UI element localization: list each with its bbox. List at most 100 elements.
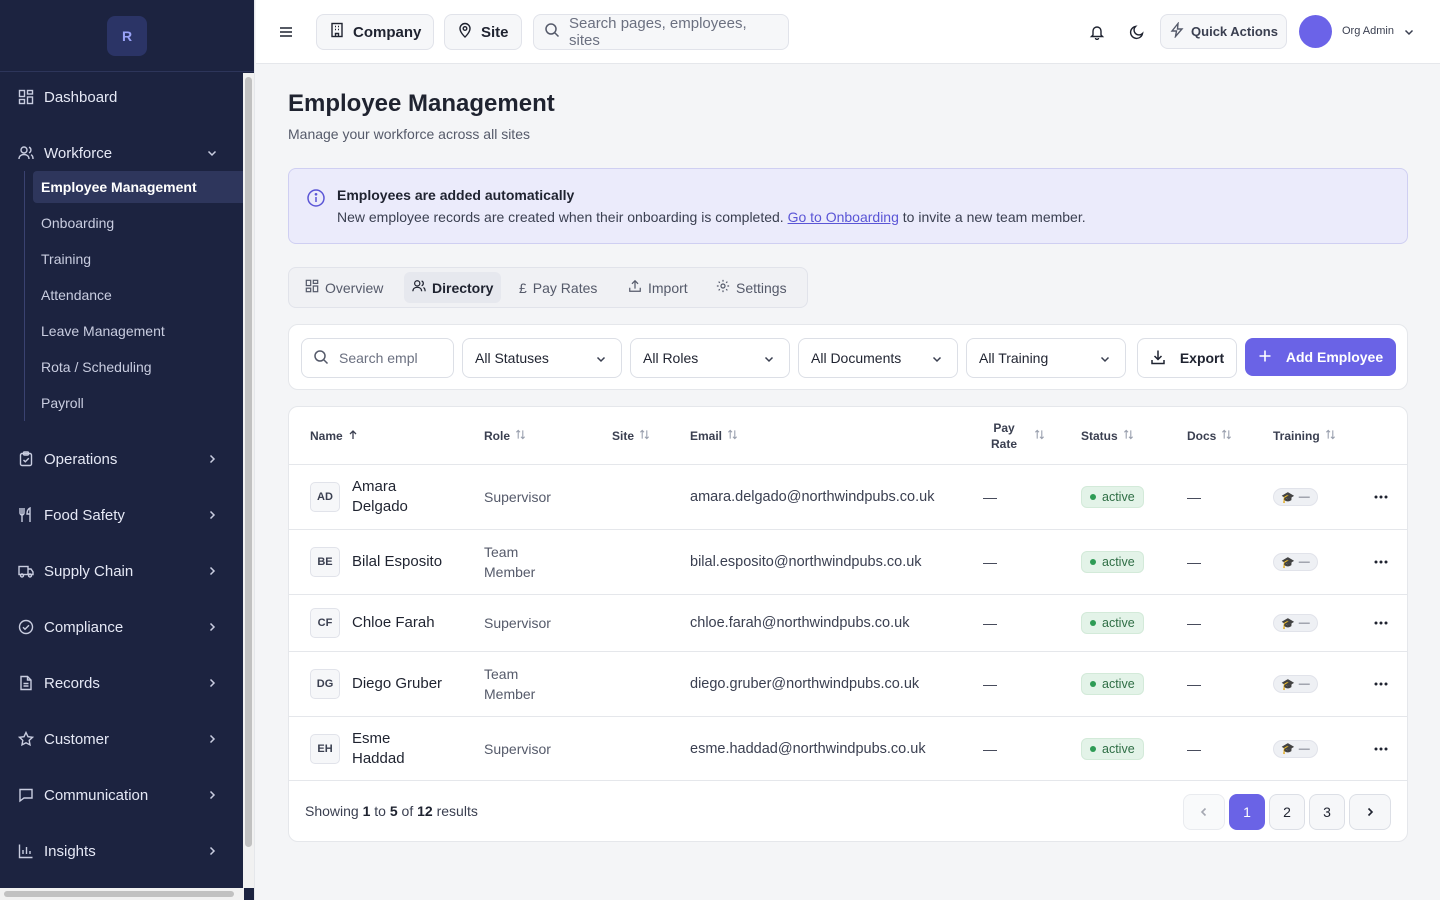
sidebar-group-food-safety[interactable]: Food Safety xyxy=(0,495,244,535)
avatar-initials: BE xyxy=(310,547,340,577)
tab-pay-rates[interactable]: £ Pay Rates xyxy=(511,272,605,303)
header-label: Site xyxy=(612,428,635,443)
status-cell: active xyxy=(1081,530,1144,594)
role-cell: Team Member xyxy=(484,530,535,594)
sidebar-item-leave-management[interactable]: Leave Management xyxy=(33,315,244,347)
employee-name[interactable]: Bilal Esposito xyxy=(352,552,442,572)
row-actions-button[interactable] xyxy=(1369,550,1393,574)
table-row[interactable]: EH Esme Haddad Supervisor esme.haddad@no… xyxy=(289,717,1407,781)
documents-filter-select[interactable]: All Documents xyxy=(798,338,958,378)
company-selector-button[interactable]: Company xyxy=(316,14,435,50)
dashboard-icon xyxy=(18,89,34,105)
employee-name[interactable]: Esme Haddad xyxy=(352,729,405,769)
add-employee-button[interactable]: Add Employee xyxy=(1245,338,1396,376)
employee-name[interactable]: Chloe Farah xyxy=(352,613,435,633)
sidebar-group-workforce[interactable]: Workforce xyxy=(0,133,244,173)
check-circle-icon xyxy=(18,619,34,635)
table-row[interactable]: DG Diego Gruber Team Member diego.gruber… xyxy=(289,652,1407,717)
table-row[interactable]: CF Chloe Farah Supervisor chloe.farah@no… xyxy=(289,595,1407,652)
chevron-down-icon xyxy=(204,145,220,161)
sidebar-group-customer[interactable]: Customer xyxy=(0,719,244,759)
export-label: Export xyxy=(1179,350,1225,366)
column-header-status[interactable]: Status xyxy=(1081,407,1134,464)
sidebar-item-rota-scheduling[interactable]: Rota / Scheduling xyxy=(33,351,244,383)
header-label: Role xyxy=(484,428,511,443)
status-filter-select[interactable]: All Statuses xyxy=(462,338,622,378)
menu-toggle-button[interactable] xyxy=(274,20,298,44)
role-line: Team xyxy=(484,544,519,560)
training-filter-select[interactable]: All Training xyxy=(966,338,1126,378)
sidebar-item-dashboard[interactable]: Dashboard xyxy=(0,77,244,117)
status-badge: active xyxy=(1081,673,1144,695)
sidebar-group-compliance[interactable]: Compliance xyxy=(0,607,244,647)
graduation-cap-icon: 🎓 xyxy=(1281,491,1295,504)
column-header-site[interactable]: Site xyxy=(612,407,650,464)
row-actions-button[interactable] xyxy=(1369,485,1393,509)
sidebar-vertical-scrollbar[interactable] xyxy=(243,73,254,888)
sidebar-item-training[interactable]: Training xyxy=(33,243,244,275)
global-search-input[interactable]: Search pages, employees, sites xyxy=(533,14,789,50)
name-line: Delgado xyxy=(352,498,408,515)
header-label: Pay Rate xyxy=(991,420,1017,452)
sidebar-group-communication[interactable]: Communication xyxy=(0,775,244,815)
scrollbar-thumb[interactable] xyxy=(4,891,234,897)
scrollbar-thumb[interactable] xyxy=(245,77,252,847)
column-header-docs[interactable]: Docs xyxy=(1187,407,1232,464)
sidebar-group-supply-chain[interactable]: Supply Chain xyxy=(0,551,244,591)
sidebar-item-attendance[interactable]: Attendance xyxy=(33,279,244,311)
results-summary: Showing 1 to 5 of 12 results xyxy=(305,803,478,819)
column-header-role[interactable]: Role xyxy=(484,407,526,464)
row-actions-button[interactable] xyxy=(1369,611,1393,635)
role-text: Supervisor xyxy=(484,615,551,631)
role-filter-select[interactable]: All Roles xyxy=(630,338,790,378)
sidebar-item-payroll[interactable]: Payroll xyxy=(33,387,244,419)
export-button[interactable]: Export xyxy=(1137,338,1237,378)
sidebar-group-operations[interactable]: Operations xyxy=(0,439,244,479)
tab-directory[interactable]: Directory xyxy=(404,272,502,303)
column-header-pay-rate[interactable]: Pay Rate xyxy=(991,407,1045,464)
sidebar-item-employee-management[interactable]: Employee Management xyxy=(33,171,244,203)
tab-import[interactable]: Import xyxy=(620,272,696,303)
row-actions-button[interactable] xyxy=(1369,672,1393,696)
next-page-button[interactable] xyxy=(1349,794,1391,830)
sidebar-horizontal-scrollbar[interactable] xyxy=(0,888,244,900)
chevron-down-icon[interactable] xyxy=(1401,24,1417,40)
previous-page-button[interactable] xyxy=(1183,794,1225,830)
table-row[interactable]: BE Bilal Esposito Team Member bilal.espo… xyxy=(289,530,1407,595)
tab-overview[interactable]: Overview xyxy=(297,272,391,303)
grid-icon xyxy=(305,279,319,296)
sidebar-group-records[interactable]: Records xyxy=(0,663,244,703)
brand-logo[interactable]: R xyxy=(107,15,147,56)
employee-name[interactable]: Amara Delgado xyxy=(352,477,408,517)
plus-icon xyxy=(1258,349,1272,366)
user-avatar[interactable] xyxy=(1299,15,1332,48)
row-actions-button[interactable] xyxy=(1369,737,1393,761)
column-header-email[interactable]: Email xyxy=(690,407,738,464)
quick-actions-button[interactable]: Quick Actions xyxy=(1160,14,1287,49)
page-title: Employee Management xyxy=(288,90,555,117)
site-selector-button[interactable]: Site xyxy=(444,14,522,50)
employee-search-input[interactable]: Search empl xyxy=(301,338,454,378)
page-button-3[interactable]: 3 xyxy=(1309,794,1345,830)
top-bar: Company Site Search pages, employees, si… xyxy=(256,0,1440,64)
sidebar-item-onboarding[interactable]: Onboarding xyxy=(33,207,244,239)
message-icon xyxy=(18,787,34,803)
select-value: All Documents xyxy=(811,350,902,366)
header-label: Training xyxy=(1273,428,1320,443)
sidebar-group-insights[interactable]: Insights xyxy=(0,831,244,871)
table-row[interactable]: AD Amara Delgado Supervisor amara.delgad… xyxy=(289,465,1407,530)
column-header-training[interactable]: Training xyxy=(1273,407,1336,464)
theme-toggle-button[interactable] xyxy=(1125,20,1149,44)
status-badge: active xyxy=(1081,486,1144,508)
search-icon xyxy=(313,349,329,368)
notifications-button[interactable] xyxy=(1085,20,1109,44)
column-header-name[interactable]: Name xyxy=(310,407,358,464)
page-button-2[interactable]: 2 xyxy=(1269,794,1305,830)
sort-icon xyxy=(639,429,650,443)
employee-table: Name Role Site Email Pay Rate Status Doc… xyxy=(288,406,1408,842)
user-name[interactable]: Org Admin xyxy=(1342,25,1394,37)
employee-name[interactable]: Diego Gruber xyxy=(352,674,442,694)
page-button-1[interactable]: 1 xyxy=(1229,794,1265,830)
tab-settings[interactable]: Settings xyxy=(708,272,795,303)
go-to-onboarding-link[interactable]: Go to Onboarding xyxy=(788,209,899,225)
